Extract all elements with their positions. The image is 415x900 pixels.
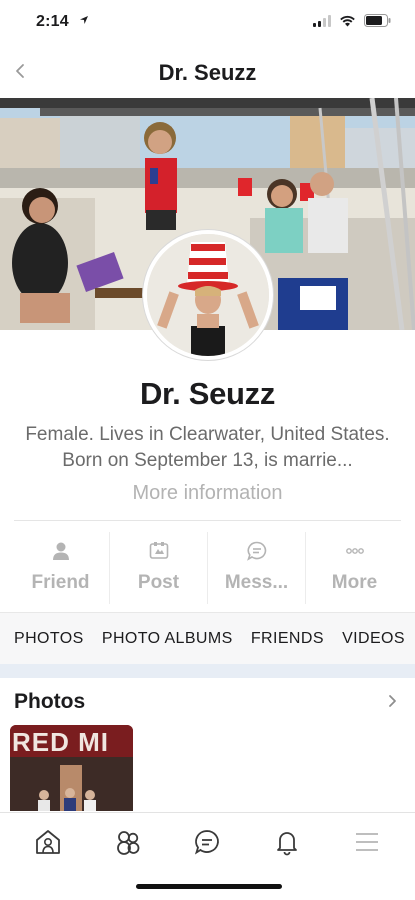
photos-section-title[interactable]: Photos [14,690,85,714]
location-arrow-icon [80,16,88,24]
person-icon [52,542,69,560]
nav-bar: Dr. Seuzz [0,44,415,98]
message-button[interactable]: Mess... [208,532,306,604]
more-button[interactable]: More [306,532,403,604]
divider [14,520,401,521]
page-title: Dr. Seuzz [158,60,257,85]
section-divider-band [0,664,415,678]
photo-thumbnail-sign-text: RED MI [12,727,109,757]
bell-icon [277,831,298,855]
battery-icon [364,14,391,27]
post-icon [149,542,168,559]
home-indicator[interactable] [136,884,282,889]
tab-videos[interactable]: VIDEOS [342,630,405,648]
friend-button-label: Friend [31,572,90,593]
profile-name: Dr. Seuzz [139,376,276,411]
friends-icon [116,830,140,855]
avatar-image [147,234,269,356]
tabbar-home[interactable] [28,822,68,862]
post-button[interactable]: Post [110,532,208,604]
tabbar-chat[interactable] [187,822,227,862]
chat-icon [195,829,220,855]
chevron-right-icon[interactable] [385,692,399,710]
more-button-label: More [331,572,378,593]
cellular-signal-icon [313,14,331,27]
more-dots-icon [345,548,364,554]
profile-bio: Female. Lives in Clearwater, United Stat… [25,424,390,471]
profile-avatar[interactable] [143,230,273,360]
status-bar: 2:14 [0,0,415,44]
message-bubble-icon [246,541,266,561]
menu-icon [356,832,379,851]
tabbar-notifications[interactable] [267,822,307,862]
tab-friends[interactable]: FRIENDS [251,630,324,648]
content-tabs: PHOTOS PHOTO ALBUMS FRIENDS VIDEOS [0,612,415,664]
status-time: 2:14 [36,13,69,30]
post-button-label: Post [137,572,180,593]
more-information-link[interactable]: More information [0,482,415,505]
tab-photo-albums[interactable]: PHOTO ALBUMS [102,630,233,648]
tabbar-friends[interactable] [108,822,148,862]
friend-button[interactable]: Friend [12,532,110,604]
status-icons [313,14,391,27]
profile-actions: Friend Post Mess... More [12,532,403,604]
wifi-icon [340,15,355,26]
home-icon [35,829,60,854]
tab-photos[interactable]: PHOTOS [14,630,84,648]
bottom-tab-bar [0,812,415,870]
tabbar-menu[interactable] [347,822,387,862]
photo-thumbnail[interactable]: RED MI [10,725,133,811]
message-button-label: Mess... [224,572,289,593]
